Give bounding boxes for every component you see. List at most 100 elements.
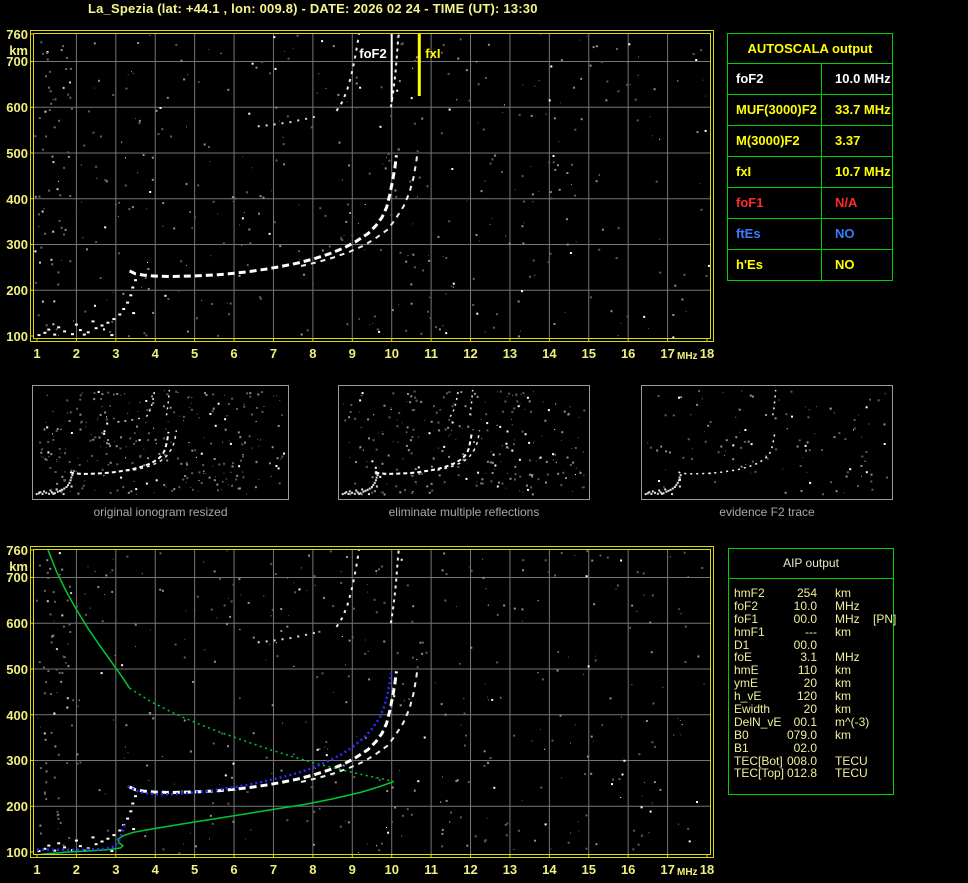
aip-extra <box>869 755 893 768</box>
y-tick-label-bottom: 600 <box>6 616 28 632</box>
x-tick-label-top: 9 <box>348 346 356 361</box>
thumbnail-evidence-f2 <box>641 385 893 500</box>
autoscala-row-foF1: foF1 N/A <box>728 188 892 219</box>
y-tick-label-bottom: 100 <box>6 845 28 860</box>
autoscala-row-label: MUF(3000)F2 <box>728 95 822 125</box>
aip-unit <box>817 742 869 755</box>
aip-label: B1 <box>734 740 749 755</box>
x-tick-label-bottom: 12 <box>463 862 478 877</box>
autoscala-row-value: 33.7 MHz <box>835 102 891 117</box>
aip-value: --- <box>805 624 817 639</box>
thumbnail-original-canvas <box>35 389 285 496</box>
station-title: La_Spezia (lat: +44.1 , lon: 009.8) - DA… <box>88 1 538 16</box>
x-tick-label-top: 11 <box>424 346 438 361</box>
ionogram-plot-aip <box>30 546 714 858</box>
autoscala-row-value: 10.7 MHz <box>835 164 891 179</box>
aip-table-header: AIP output <box>729 549 893 579</box>
aip-value: 20 <box>803 702 817 717</box>
y-tick-label-top: 600 <box>6 100 28 116</box>
x-tick-label-bottom: 13 <box>502 862 518 877</box>
x-tick-label-top: 14 <box>542 346 557 361</box>
aip-unit: km <box>835 586 851 600</box>
autoscala-output-table: AUTOSCALA output foF2 10.0 MHz MUF(3000)F2… <box>727 33 893 281</box>
autoscala-row-label: M(3000)F2 <box>728 126 822 156</box>
x-tick-label-top: 13 <box>502 346 518 361</box>
autoscala-row-h'Es: h'Es NO <box>728 250 892 280</box>
aip-label: hmF1 <box>734 624 765 639</box>
x-tick-label-bottom: 3 <box>112 862 120 877</box>
aip-unit: km <box>835 624 851 639</box>
aip-extra <box>869 677 893 690</box>
aip-value: 10.0 <box>793 598 817 613</box>
aip-value: 00.1 <box>793 714 817 729</box>
x-tick-label-top: 2 <box>72 346 81 361</box>
x-tick-label-bottom: 4 <box>151 862 159 877</box>
autoscala-row-label: fxI <box>728 157 822 187</box>
x-tick-label-bottom: 14 <box>542 862 557 877</box>
aip-extra <box>869 767 893 780</box>
aip-row-hmF2: hmF2 254 km <box>734 587 893 600</box>
aip-unit: MHz <box>835 598 860 613</box>
aip-value: 012.8 <box>786 766 817 781</box>
aip-extra <box>869 690 893 703</box>
y-tick-label-bottom: 300 <box>6 753 28 769</box>
x-tick-label-top: 15 <box>581 346 596 361</box>
thumbnail-eliminate-canvas <box>341 389 586 496</box>
x-tick-label-top: 6 <box>230 346 238 361</box>
ionogram-plot-autoscala: foF2 fxI <box>30 30 714 342</box>
aip-label: B0 <box>734 727 749 742</box>
aip-unit: MHz <box>835 611 860 626</box>
aip-extra <box>869 729 893 742</box>
ionogram-canvas-bottom <box>30 546 714 858</box>
autoscala-row-fxI: fxI 10.7 MHz <box>728 157 892 188</box>
aip-label: foF2 <box>734 598 759 613</box>
x-tick-label-bottom: 5 <box>191 862 199 877</box>
y-axis-unit-bottom: km <box>9 559 28 574</box>
aip-value: 02.0 <box>793 740 817 755</box>
aip-extra <box>869 626 893 639</box>
aip-row-B1: B1 02.0 <box>734 740 893 755</box>
aip-label: DelN_vE <box>734 714 782 729</box>
x-tick-label-bottom: 9 <box>348 862 356 877</box>
autoscala-row-MUF(3000)F2: MUF(3000)F2 33.7 MHz <box>728 95 892 126</box>
x-tick-label-top: 5 <box>191 346 199 361</box>
aip-extra: [PN] <box>873 611 897 626</box>
autoscala-row-label: foF2 <box>728 64 822 94</box>
x-tick-label-bottom: 10 <box>384 862 399 877</box>
aip-extra <box>869 639 893 652</box>
x-tick-label-top: 10 <box>384 346 399 361</box>
aip-unit: TECU <box>835 766 868 781</box>
aip-row-foF1: foF1 00.0 MHz [PN] <box>734 611 897 626</box>
x-tick-label-bottom: 15 <box>581 862 596 877</box>
aip-value: 254 <box>796 586 817 600</box>
x-tick-label-bottom: 1 <box>33 862 41 877</box>
marker-label-fxI: fxI <box>425 46 440 61</box>
autoscala-row-label: foF1 <box>728 188 822 218</box>
aip-extra <box>869 651 893 664</box>
aip-unit: km <box>835 702 851 717</box>
aip-unit: km <box>835 727 851 742</box>
x-tick-label-bottom: 16 <box>620 862 636 877</box>
y-tick-label-bottom: 760 <box>6 543 28 558</box>
y-tick-label-top: 500 <box>6 145 28 161</box>
aip-row-DelN_vE: DelN_vE 00.1 m^(-3) <box>734 716 893 729</box>
y-tick-label-top: 760 <box>6 27 28 42</box>
thumbnail-original-ionogram <box>32 385 289 500</box>
thumbnail-caption-eliminate: eliminate multiple reflections <box>388 505 540 519</box>
y-tick-label-bottom: 500 <box>6 661 28 677</box>
aip-unit: m^(-3) <box>835 714 870 729</box>
x-axis-unit-bottom: MHz <box>677 867 698 878</box>
aip-row-B0: B0 079.0 km <box>734 727 893 742</box>
x-tick-label-top: 7 <box>269 346 278 361</box>
aip-extra <box>869 716 893 729</box>
autoscala-row-ftEs: ftEs NO <box>728 219 892 250</box>
y-tick-label-bottom: 200 <box>6 799 28 815</box>
autoscala-row-value: 3.37 <box>835 133 861 148</box>
x-tick-label-bottom: 7 <box>269 862 278 877</box>
autoscala-row-value: NO <box>835 257 855 272</box>
aip-extra <box>869 587 893 600</box>
x-tick-label-top: 8 <box>309 346 317 361</box>
y-tick-label-top: 200 <box>6 283 28 299</box>
thumbnail-caption-original: original ionogram resized <box>93 505 228 519</box>
x-tick-label-top: 3 <box>112 346 120 361</box>
